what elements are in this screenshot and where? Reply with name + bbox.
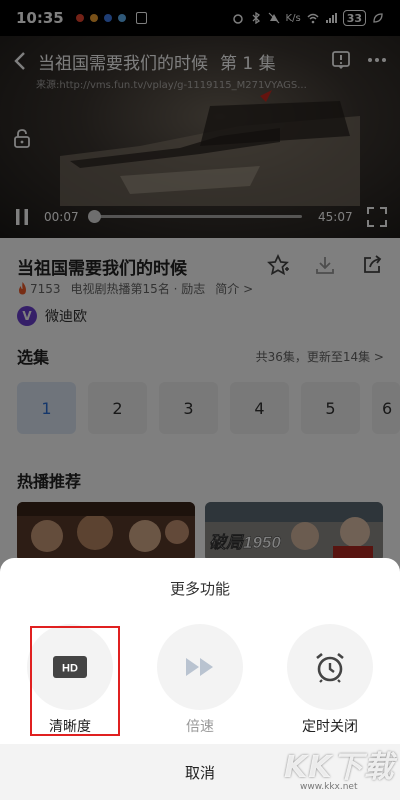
timer-label: 定时关闭	[302, 719, 358, 735]
alarm-clock-icon	[316, 652, 344, 683]
timer-circle	[287, 624, 373, 710]
watermark-logo: KK下载	[284, 750, 395, 785]
fast-forward-icon	[186, 658, 213, 676]
highlight-box	[30, 626, 120, 736]
timer-button[interactable]: 定时关闭	[285, 624, 375, 736]
speed-circle	[157, 624, 243, 710]
speed-label: 倍速	[186, 719, 214, 735]
speed-button[interactable]: 倍速	[155, 624, 245, 736]
watermark-url: www.kkx.net	[300, 782, 358, 792]
sheet-title: 更多功能	[169, 580, 230, 598]
